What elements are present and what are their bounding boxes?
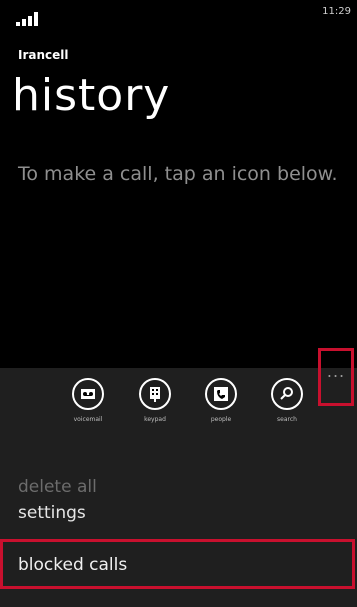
search-icon: [280, 387, 293, 400]
menu-settings[interactable]: settings: [18, 503, 86, 523]
people-icon: [214, 387, 228, 401]
ellipsis-icon: ...: [326, 362, 346, 381]
keypad-label: keypad: [144, 416, 166, 423]
app-bar: voicemail keypad people search ... delet…: [0, 348, 357, 607]
search-button[interactable]: search: [264, 378, 310, 423]
menu-blocked-calls-label: blocked calls: [18, 555, 128, 575]
voicemail-icon: [81, 389, 95, 399]
keypad-icon: [150, 387, 160, 402]
search-label: search: [277, 416, 297, 423]
page-title: history: [12, 70, 171, 121]
more-button[interactable]: ...: [318, 348, 354, 406]
app-bar-icon-row: voicemail keypad people search ...: [0, 348, 357, 440]
empty-hint: To make a call, tap an icon below.: [18, 163, 338, 185]
signal-bars-icon: [16, 12, 38, 26]
keypad-button[interactable]: keypad: [132, 378, 178, 423]
people-label: people: [210, 416, 232, 423]
carrier-name: Irancell: [18, 48, 69, 62]
status-bar: 11:29: [0, 0, 357, 30]
menu-delete-all[interactable]: delete all: [18, 477, 97, 497]
clock: 11:29: [322, 6, 351, 17]
voicemail-label: voicemail: [73, 416, 103, 423]
voicemail-button[interactable]: voicemail: [65, 378, 111, 423]
people-button[interactable]: people: [198, 378, 244, 423]
menu-blocked-calls[interactable]: blocked calls: [0, 539, 355, 589]
